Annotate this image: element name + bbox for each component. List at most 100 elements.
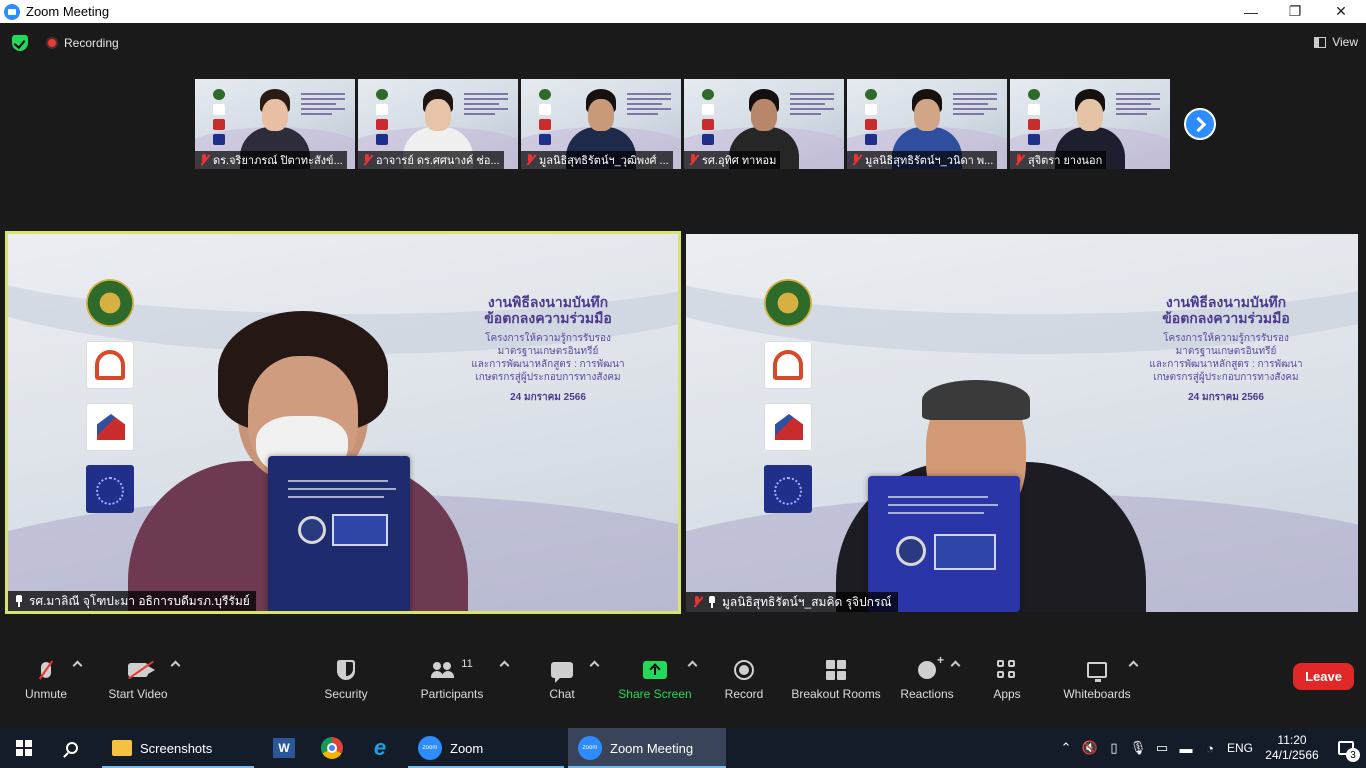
participant-name: มูลนิธิสุทธิรัตน์ฯ_วุฒิพงศ์ ... <box>539 155 669 167</box>
reactions-smiley-icon <box>918 653 944 679</box>
taskbar-app-screenshots[interactable]: Screenshots <box>102 728 254 768</box>
participant-name-tag: มูลนิธิสุทธิรัตน์ฯ_วนิดา พ... <box>847 151 998 169</box>
muted-mic-icon <box>688 154 698 166</box>
slide-logo-column <box>86 279 134 513</box>
participants-count: 11 <box>461 658 473 670</box>
participant-name: รศ.มาลิณี จุโฑปะมา อธิการบดีมรภ.บุรีรัมย… <box>29 593 250 608</box>
microphone-icon[interactable]: 🎙 <box>1126 728 1150 768</box>
participants-button[interactable]: 11 Participants <box>397 658 507 701</box>
apps-label: Apps <box>993 687 1021 701</box>
organization-logo <box>764 403 812 451</box>
folder-icon <box>112 740 132 756</box>
ie-icon: e <box>373 735 387 760</box>
muted-mic-icon <box>41 662 51 678</box>
security-button[interactable]: Security <box>291 658 401 701</box>
whiteboards-label: Whiteboards <box>1063 687 1131 701</box>
faculty-logo <box>86 341 134 389</box>
encryption-shield-icon[interactable] <box>12 35 28 51</box>
participant-name-tag: รศ.อุทิศ ทาหอม <box>684 151 781 169</box>
taskbar-app-internet-explorer[interactable]: e <box>358 728 402 768</box>
participant-name: สุจิตรา ยางนอก <box>1028 155 1103 167</box>
input-language[interactable]: ENG <box>1222 741 1258 755</box>
participant-name-tag: รศ.มาลิณี จุโฑปะมา อธิการบดีมรภ.บุรีรัมย… <box>8 591 256 611</box>
muted-mic-icon <box>362 154 372 166</box>
meeting-area: Recording View ดร.จริยาภรณ์ ปิตาทะสังข์.… <box>0 23 1366 728</box>
recording-indicator[interactable]: Recording <box>46 36 119 50</box>
spotlight-pin-icon <box>14 595 24 607</box>
participant-thumbnail[interactable]: มูลนิธิสุทธิรัตน์ฯ_วุฒิพงศ์ ... <box>521 79 681 169</box>
record-icon <box>734 660 754 680</box>
participants-label: Participants <box>420 687 484 701</box>
system-tray: ⌃ 🔇 ▯ 🎙 ▭ ▬ ◔ ENG 11:20 24/1/2566 3 <box>1054 728 1366 768</box>
maximize-button[interactable]: ❐ <box>1272 0 1318 23</box>
signed-agreement-folder <box>268 456 410 611</box>
taskbar-app-zoom[interactable]: zoom Zoom <box>408 728 564 768</box>
participant-thumbnail[interactable]: สุจิตรา ยางนอก <box>1010 79 1170 169</box>
faculty-logo <box>764 341 812 389</box>
main-video-tile[interactable]: งานพิธีลงนามบันทึก ข้อตกลงความร่วมมือ โค… <box>686 234 1358 612</box>
windows-taskbar: Screenshots W e zoom Zoom zoom Zoom Meet… <box>0 728 1366 768</box>
leave-meeting-button[interactable]: Leave <box>1293 663 1354 690</box>
breakout-rooms-label: Breakout Rooms <box>791 687 881 701</box>
participant-thumbnail[interactable]: รศ.อุทิศ ทาหอม <box>684 79 844 169</box>
recording-dot-icon <box>46 37 58 49</box>
main-video-tile[interactable]: งานพิธีลงนามบันทึก ข้อตกลงความร่วมมือ โค… <box>5 231 681 614</box>
participant-thumbnail-strip: ดร.จริยาภรณ์ ปิตาทะสังข์... อาจารย์ ดร.ศศ… <box>195 79 1170 169</box>
spotlight-pin-icon <box>707 596 717 608</box>
slide-logo-column <box>702 89 716 145</box>
university-seal-logo <box>86 279 134 327</box>
battery-icon[interactable]: ▬ <box>1174 728 1198 768</box>
notifications-button[interactable]: 3 <box>1326 728 1366 768</box>
start-video-label: Start Video <box>108 687 168 701</box>
close-button[interactable]: ✕ <box>1318 0 1364 23</box>
participant-name-tag: อาจารย์ ดร.ศศนางค์ ช่อ... <box>358 151 504 169</box>
window-titlebar: Zoom Meeting — ❐ ✕ <box>0 0 1366 23</box>
muted-mic-icon <box>199 154 209 166</box>
video-off-icon <box>128 663 155 677</box>
participant-name: มูลนิธิสุทธิรัตน์ฯ_วนิดา พ... <box>865 155 994 167</box>
zoom-app-icon <box>4 3 20 20</box>
view-label: View <box>1332 35 1358 49</box>
chat-bubble-icon <box>551 662 573 683</box>
taskbar-app-zoom-meeting[interactable]: zoom Zoom Meeting <box>568 728 726 768</box>
taskbar-search-button[interactable] <box>48 728 96 768</box>
minimize-button[interactable]: — <box>1228 0 1274 23</box>
participant-thumbnail[interactable]: อาจารย์ ดร.ศศนางค์ ช่อ... <box>358 79 518 169</box>
unmute-label: Unmute <box>24 687 68 701</box>
show-hidden-icons-chevron-icon[interactable]: ⌃ <box>1054 728 1078 768</box>
wifi-icon[interactable]: ◔ <box>1198 728 1222 768</box>
speaker-muted-icon[interactable]: 🔇 <box>1078 728 1102 768</box>
participant-thumbnail[interactable]: มูลนิธิสุทธิรัตน์ฯ_วนิดา พ... <box>847 79 1007 169</box>
participant-name-tag: มูลนิธิสุทธิรัตน์ฯ_วุฒิพงศ์ ... <box>521 151 673 169</box>
device-icon[interactable]: ▯ <box>1102 728 1126 768</box>
taskbar-app-word[interactable]: W <box>262 728 306 768</box>
apps-icon <box>997 660 1017 680</box>
taskbar-clock[interactable]: 11:20 24/1/2566 <box>1258 733 1326 763</box>
taskbar-app-chrome[interactable] <box>310 728 354 768</box>
clock-date: 24/1/2566 <box>1265 748 1319 762</box>
slide-title-line1: งานพิธีลงนามบันทึก <box>487 294 609 310</box>
next-page-arrow-icon[interactable] <box>1184 108 1216 140</box>
share-screen-label: Share Screen <box>618 687 692 701</box>
word-icon: W <box>273 738 295 758</box>
slide-logo-column <box>539 89 553 145</box>
security-label: Security <box>324 687 368 701</box>
muted-mic-icon <box>525 154 535 166</box>
clock-time: 11:20 <box>1277 733 1307 747</box>
organization-logo <box>86 403 134 451</box>
search-icon <box>66 742 78 754</box>
slide-logo-column <box>376 89 390 145</box>
muted-mic-icon <box>1014 154 1024 166</box>
display-icon[interactable]: ▭ <box>1150 728 1174 768</box>
slide-logo-column <box>865 89 879 145</box>
start-button[interactable] <box>0 728 48 768</box>
participant-thumbnail[interactable]: ดร.จริยาภรณ์ ปิตาทะสังข์... <box>195 79 355 169</box>
muted-mic-icon <box>692 596 702 608</box>
taskbar-app-label: Zoom Meeting <box>610 740 694 756</box>
meeting-controls-toolbar: Unmute Start Video Security 11 Participa… <box>0 650 1366 728</box>
view-button[interactable]: View <box>1314 35 1358 49</box>
chrome-icon <box>321 737 343 759</box>
zoom-icon: zoom <box>418 736 442 760</box>
chat-label: Chat <box>549 687 575 701</box>
recording-label: Recording <box>64 36 119 50</box>
